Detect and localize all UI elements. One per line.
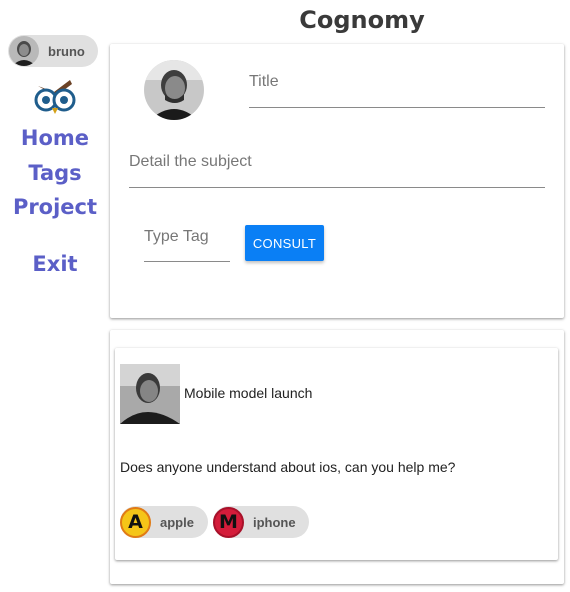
user-chip[interactable]: bruno <box>8 35 98 67</box>
owl-logo-icon[interactable] <box>34 76 76 116</box>
user-avatar <box>9 36 39 66</box>
page-title: Cognomy <box>299 6 425 34</box>
post-author-avatar <box>120 364 180 424</box>
tag-input[interactable] <box>144 228 230 246</box>
nav-tags[interactable]: Tags <box>0 161 110 185</box>
post-title[interactable]: Mobile model launch <box>184 385 312 401</box>
title-field[interactable] <box>249 73 545 108</box>
nav-exit[interactable]: Exit <box>0 252 110 276</box>
tag-chip-iphone[interactable]: M iphone <box>213 506 309 538</box>
posts-container: Mobile model launch Does anyone understa… <box>110 330 564 584</box>
tag-label: apple <box>160 514 194 530</box>
nav-home[interactable]: Home <box>0 126 110 150</box>
post-card[interactable]: Mobile model launch Does anyone understa… <box>115 348 558 560</box>
tag-chip-apple[interactable]: A apple <box>120 506 208 538</box>
tag-letter-icon: M <box>213 506 244 538</box>
nav-project[interactable]: Project <box>0 195 110 219</box>
post-body: Does anyone understand about ios, can yo… <box>120 459 456 475</box>
tag-label: iphone <box>253 514 296 530</box>
author-avatar <box>144 60 204 120</box>
detail-input[interactable] <box>129 153 545 171</box>
detail-field[interactable] <box>129 153 545 188</box>
user-name: bruno <box>48 43 85 59</box>
title-input[interactable] <box>249 73 545 91</box>
tag-letter-icon: A <box>120 506 151 538</box>
new-post-card: CONSULT <box>110 44 564 318</box>
consult-button[interactable]: CONSULT <box>245 225 324 261</box>
tag-field[interactable] <box>144 228 230 262</box>
